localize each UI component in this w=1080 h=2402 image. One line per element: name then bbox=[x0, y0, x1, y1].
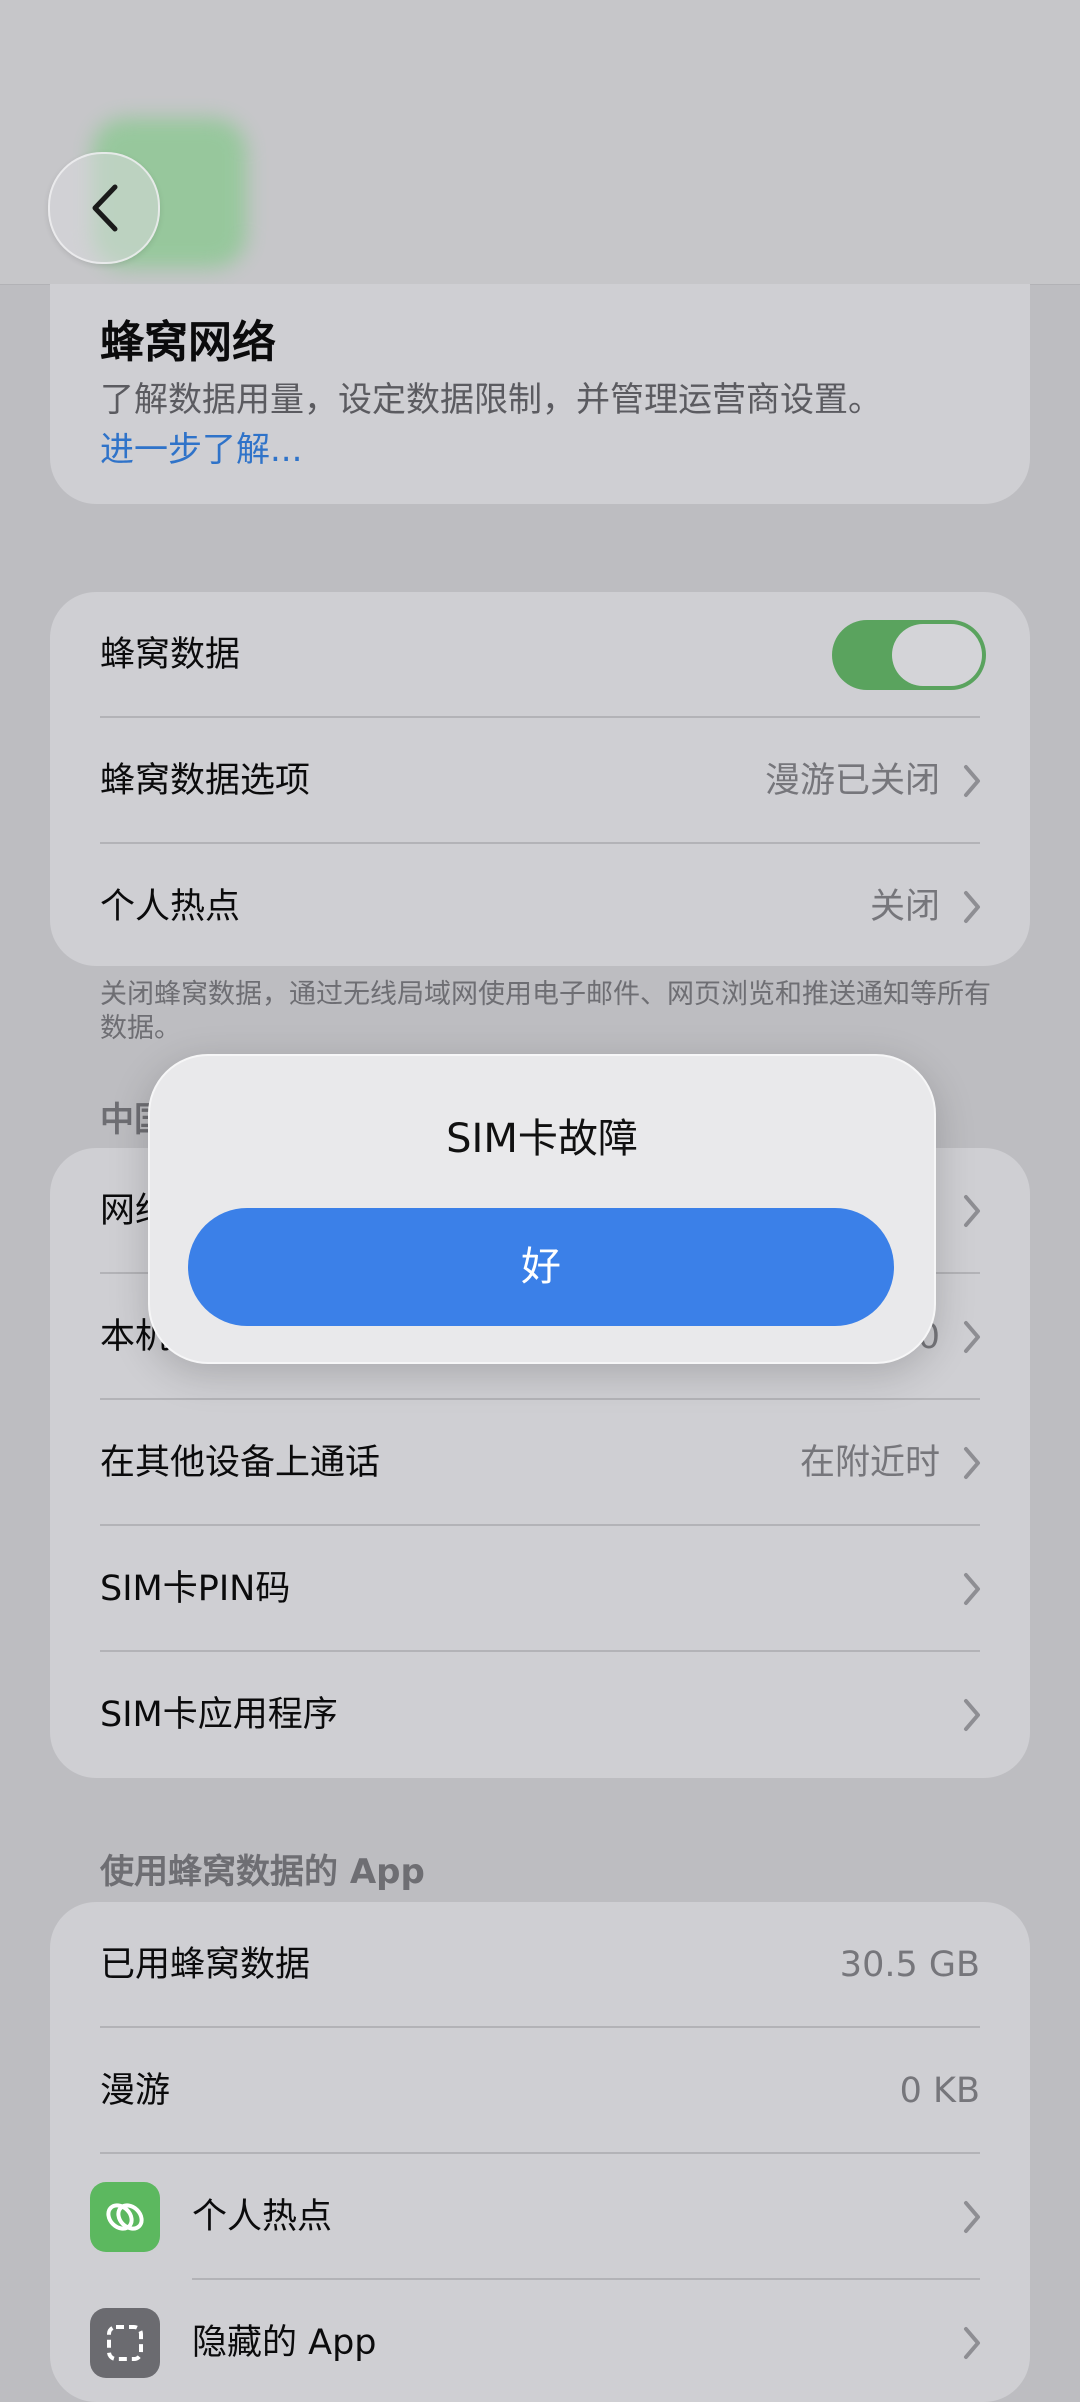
cellular-settings-card: 蜂窝数据 蜂窝数据选项 漫游已关闭 个人热点 关闭 bbox=[50, 592, 1030, 966]
toggle-knob bbox=[892, 624, 982, 686]
chevron-left-icon bbox=[92, 184, 118, 232]
roaming-label: 漫游 bbox=[100, 2071, 171, 2111]
nav-bar bbox=[0, 0, 1080, 285]
calls-other-devices-row[interactable]: 在其他设备上通话 在附近时 bbox=[50, 1400, 1030, 1526]
info-description: 了解数据用量，设定数据限制，并管理运营商设置。 bbox=[100, 380, 882, 420]
chevron-right-icon bbox=[964, 1573, 980, 1605]
sim-apps-row[interactable]: SIM卡应用程序 bbox=[50, 1652, 1030, 1778]
used-data-row: 已用蜂窝数据 30.5 GB bbox=[50, 1902, 1030, 2028]
page-title: 蜂窝网络 bbox=[100, 317, 276, 368]
learn-more-link[interactable]: 进一步了解... bbox=[100, 422, 302, 471]
hotspot-value: 关闭 bbox=[869, 887, 940, 927]
ok-button[interactable]: 好 bbox=[188, 1208, 894, 1326]
chevron-right-icon bbox=[964, 891, 980, 923]
cellular-data-toggle[interactable] bbox=[832, 620, 986, 690]
alert-title: SIM卡故障 bbox=[446, 1116, 638, 1162]
chevron-right-icon bbox=[964, 1447, 980, 1479]
app-hotspot-label: 个人热点 bbox=[192, 2197, 333, 2237]
sim-pin-row[interactable]: SIM卡PIN码 bbox=[50, 1526, 1030, 1652]
calls-other-devices-label: 在其他设备上通话 bbox=[100, 1443, 381, 1483]
cellular-options-row[interactable]: 蜂窝数据选项 漫游已关闭 bbox=[50, 718, 1030, 844]
chevron-right-icon bbox=[964, 1195, 980, 1227]
hidden-apps-label: 隐藏的 App bbox=[192, 2323, 377, 2363]
calls-other-devices-value: 在附近时 bbox=[799, 1443, 940, 1483]
chevron-right-icon bbox=[964, 1321, 980, 1353]
cellular-data-row: 蜂窝数据 bbox=[50, 592, 1030, 718]
cellular-options-label: 蜂窝数据选项 bbox=[100, 761, 311, 801]
app-hotspot-row[interactable]: 个人热点 bbox=[50, 2154, 1030, 2280]
chevron-right-icon bbox=[964, 2201, 980, 2233]
sim-error-alert: SIM卡故障 好 bbox=[148, 1054, 936, 1364]
back-button[interactable] bbox=[48, 152, 160, 264]
sim-apps-label: SIM卡应用程序 bbox=[100, 1695, 338, 1735]
used-data-value: 30.5 GB bbox=[839, 1945, 980, 1985]
link-icon bbox=[90, 2182, 160, 2252]
hidden-apps-row[interactable]: 隐藏的 App bbox=[50, 2280, 1030, 2402]
cellular-footnote: 关闭蜂窝数据，通过无线局域网使用电子邮件、网页浏览和推送通知等所有数据。 bbox=[100, 979, 991, 1044]
used-data-label: 已用蜂窝数据 bbox=[100, 1945, 311, 1985]
apps-section-header: 使用蜂窝数据的 App bbox=[100, 1852, 425, 1892]
cellular-info-card: 蜂窝网络 了解数据用量，设定数据限制，并管理运营商设置。 进一步了解... bbox=[50, 284, 1030, 504]
chevron-right-icon bbox=[964, 2327, 980, 2359]
hotspot-row[interactable]: 个人热点 关闭 bbox=[50, 844, 1030, 966]
apps-card: 已用蜂窝数据 30.5 GB 漫游 0 KB 个人热点 隐藏的 App bbox=[50, 1902, 1030, 2402]
hotspot-label: 个人热点 bbox=[100, 887, 241, 927]
hidden-apps-icon bbox=[90, 2308, 160, 2378]
roaming-value: 0 KB bbox=[899, 2071, 980, 2111]
roaming-row: 漫游 0 KB bbox=[50, 2028, 1030, 2154]
chevron-right-icon bbox=[964, 1699, 980, 1731]
cellular-data-label: 蜂窝数据 bbox=[100, 635, 241, 675]
cellular-options-value: 漫游已关闭 bbox=[764, 761, 940, 801]
chevron-right-icon bbox=[964, 765, 980, 797]
sim-pin-label: SIM卡PIN码 bbox=[100, 1569, 291, 1609]
